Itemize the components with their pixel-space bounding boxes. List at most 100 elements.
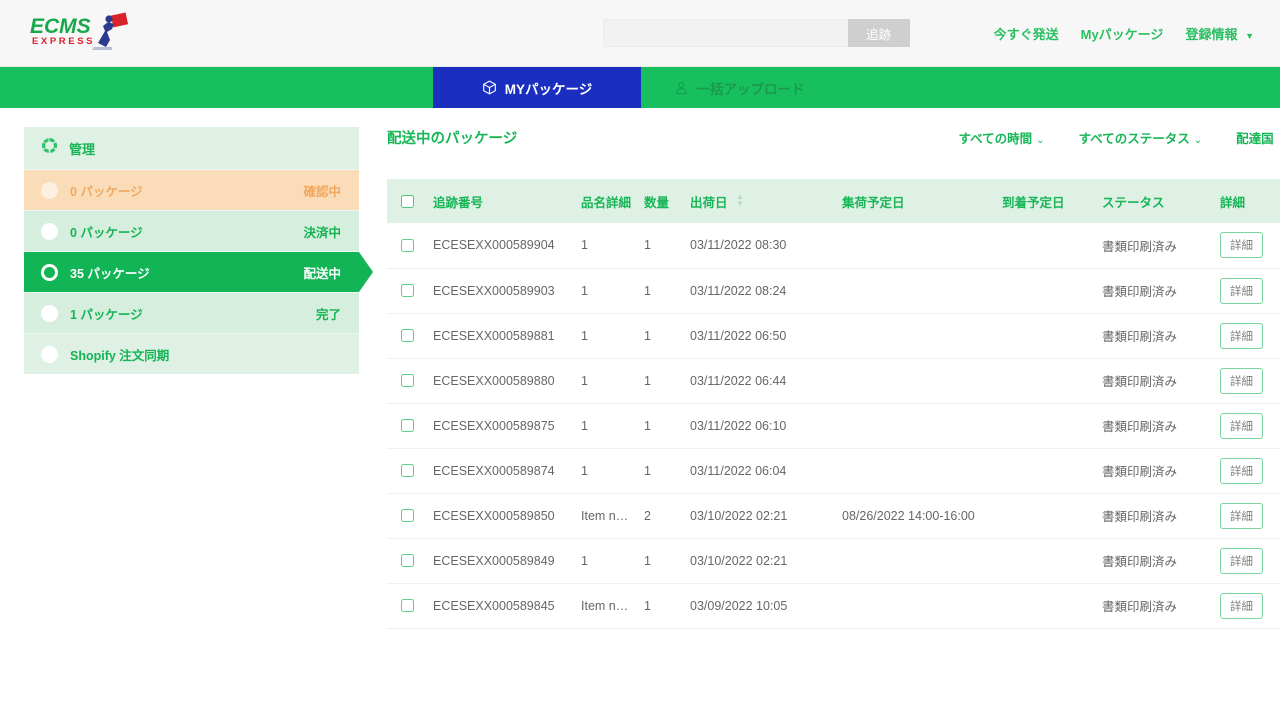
sidebar-item-confirming[interactable]: 0 パッケージ 確認中 xyxy=(24,169,359,210)
cell-arrival-date xyxy=(998,223,1098,268)
detail-button[interactable]: 詳細 xyxy=(1220,548,1263,574)
nav-link-account-info[interactable]: 登録情報 ▼ xyxy=(1185,24,1254,43)
sidebar-item-payment-state: 決済中 xyxy=(303,222,341,241)
cell-tracking: ECESEXX000589881 xyxy=(429,313,577,358)
table-row[interactable]: ECESEXX0005899031103/11/2022 08:24書類印刷済み… xyxy=(387,268,1280,313)
cell-quantity: 1 xyxy=(640,223,686,268)
cell-detail: 詳細 xyxy=(1216,448,1280,493)
sidebar-item-payment[interactable]: 0 パッケージ 決済中 xyxy=(24,210,359,251)
cell-pickup-date xyxy=(838,358,998,403)
cell-quantity: 1 xyxy=(640,358,686,403)
cell-item: 1 xyxy=(577,358,640,403)
cell-detail: 詳細 xyxy=(1216,358,1280,403)
tab-my-packages[interactable]: MYパッケージ xyxy=(433,67,641,108)
radio-icon xyxy=(41,346,58,363)
detail-button[interactable]: 詳細 xyxy=(1220,232,1263,258)
cell-pickup-date xyxy=(838,538,998,583)
cell-item: 1 xyxy=(577,268,640,313)
ecms-express-logo[interactable]: ECMS EXPRESS xyxy=(30,11,145,55)
select-all-checkbox[interactable] xyxy=(401,195,414,208)
header-right-group: 追跡 今すぐ発送 Myパッケージ 登録情報 ▼ xyxy=(603,19,1280,47)
cell-arrival-date xyxy=(998,538,1098,583)
row-checkbox[interactable] xyxy=(401,374,414,387)
row-checkbox[interactable] xyxy=(401,509,414,522)
tracking-search-input[interactable] xyxy=(603,19,848,47)
detail-button[interactable]: 詳細 xyxy=(1220,593,1263,619)
table-row[interactable]: ECESEXX000589850Item n…203/10/2022 02:21… xyxy=(387,493,1280,538)
detail-button[interactable]: 詳細 xyxy=(1220,368,1263,394)
status-badge: 書類印刷済み xyxy=(1098,493,1216,538)
table-row[interactable]: ECESEXX0005898741103/11/2022 06:04書類印刷済み… xyxy=(387,448,1280,493)
filter-time-label: すべての時間 xyxy=(959,132,1033,146)
table-row[interactable]: ECESEXX000589845Item n…103/09/2022 10:05… xyxy=(387,583,1280,628)
row-checkbox[interactable] xyxy=(401,554,414,567)
cell-arrival-date xyxy=(998,268,1098,313)
logo-artwork: ECMS EXPRESS xyxy=(30,11,145,55)
sort-toggle-icon[interactable]: ▲▼ xyxy=(736,193,744,207)
cell-item: 1 xyxy=(577,403,640,448)
tab-bulk-upload[interactable]: 一括アップロード xyxy=(641,67,837,108)
detail-button[interactable]: 詳細 xyxy=(1220,323,1263,349)
filter-group: すべての時間⌄ すべてのステータス⌄ 配達国⌄ xyxy=(925,128,1280,147)
cell-detail: 詳細 xyxy=(1216,493,1280,538)
page-title: 配送中のパッケージ xyxy=(387,127,517,148)
status-badge: 書類印刷済み xyxy=(1098,313,1216,358)
cell-detail: 詳細 xyxy=(1216,223,1280,268)
table-row[interactable]: ECESEXX0005899041103/11/2022 08:30書類印刷済み… xyxy=(387,223,1280,268)
filter-status[interactable]: すべてのステータス⌄ xyxy=(1079,128,1203,147)
main-panel: 配送中のパッケージ すべての時間⌄ すべてのステータス⌄ 配達国⌄ xyxy=(359,127,1280,629)
track-button[interactable]: 追跡 xyxy=(848,19,910,47)
filter-destination-country-label: 配達国 xyxy=(1236,132,1274,146)
packages-table-body: ECESEXX0005899041103/11/2022 08:30書類印刷済み… xyxy=(387,223,1280,628)
chevron-down-icon: ⌄ xyxy=(1194,135,1202,146)
sidebar-item-confirming-state: 確認中 xyxy=(303,181,341,200)
detail-button[interactable]: 詳細 xyxy=(1220,503,1263,529)
cell-item: 1 xyxy=(577,448,640,493)
nav-link-my-packages[interactable]: Myパッケージ xyxy=(1081,24,1164,43)
status-sidebar: 管理 0 パッケージ 確認中 0 パッケージ 決済中 35 パッケージ 配送中 … xyxy=(24,127,359,374)
cell-pickup-date xyxy=(838,313,998,358)
sidebar-item-shopify-sync-label: Shopify 注文同期 xyxy=(70,345,169,364)
filter-destination-country[interactable]: 配達国⌄ xyxy=(1236,128,1280,147)
th-item: 品名詳細 xyxy=(577,179,640,223)
radio-icon xyxy=(41,305,58,322)
table-row[interactable]: ECESEXX0005898811103/11/2022 06:50書類印刷済み… xyxy=(387,313,1280,358)
th-ship-date[interactable]: 出荷日 ▲▼ xyxy=(686,179,838,223)
cell-ship-date: 03/09/2022 10:05 xyxy=(686,583,838,628)
svg-text:ECMS: ECMS xyxy=(30,15,91,38)
cube-icon xyxy=(482,80,497,95)
cell-ship-date: 03/11/2022 08:24 xyxy=(686,268,838,313)
table-header-row: 追跡番号 品名詳細 数量 出荷日 ▲▼ 集荷予定日 到着予定日 ステータス 詳細 xyxy=(387,179,1280,223)
table-row[interactable]: ECESEXX0005898801103/11/2022 06:44書類印刷済み… xyxy=(387,358,1280,403)
chevron-down-icon: ▼ xyxy=(1245,31,1254,41)
radio-icon xyxy=(41,223,58,240)
detail-button[interactable]: 詳細 xyxy=(1220,458,1263,484)
cell-item: 1 xyxy=(577,538,640,583)
detail-button[interactable]: 詳細 xyxy=(1220,278,1263,304)
detail-button[interactable]: 詳細 xyxy=(1220,413,1263,439)
table-row[interactable]: ECESEXX0005898751103/11/2022 06:10書類印刷済み… xyxy=(387,403,1280,448)
th-pickup-date: 集荷予定日 xyxy=(838,179,998,223)
cell-ship-date: 03/10/2022 02:21 xyxy=(686,493,838,538)
table-row[interactable]: ECESEXX0005898491103/10/2022 02:21書類印刷済み… xyxy=(387,538,1280,583)
row-checkbox[interactable] xyxy=(401,599,414,612)
radio-icon xyxy=(41,182,58,199)
cell-tracking: ECESEXX000589874 xyxy=(429,448,577,493)
row-checkbox[interactable] xyxy=(401,239,414,252)
sidebar-item-shopify-sync[interactable]: Shopify 注文同期 xyxy=(24,333,359,374)
sidebar-item-in-transit[interactable]: 35 パッケージ 配送中 xyxy=(24,251,359,292)
row-checkbox[interactable] xyxy=(401,329,414,342)
sidebar-item-in-transit-count: 35 パッケージ xyxy=(70,263,150,282)
sidebar-item-confirming-count: 0 パッケージ xyxy=(70,181,143,200)
filter-time[interactable]: すべての時間⌄ xyxy=(959,128,1045,147)
radio-selected-icon xyxy=(41,264,58,281)
cell-quantity: 1 xyxy=(640,538,686,583)
row-checkbox[interactable] xyxy=(401,284,414,297)
cell-quantity: 2 xyxy=(640,493,686,538)
sidebar-item-completed[interactable]: 1 パッケージ 完了 xyxy=(24,292,359,333)
row-checkbox[interactable] xyxy=(401,464,414,477)
nav-link-ship-now[interactable]: 今すぐ発送 xyxy=(994,24,1059,43)
cell-item: Item n… xyxy=(577,493,640,538)
row-checkbox[interactable] xyxy=(401,419,414,432)
status-badge: 書類印刷済み xyxy=(1098,448,1216,493)
